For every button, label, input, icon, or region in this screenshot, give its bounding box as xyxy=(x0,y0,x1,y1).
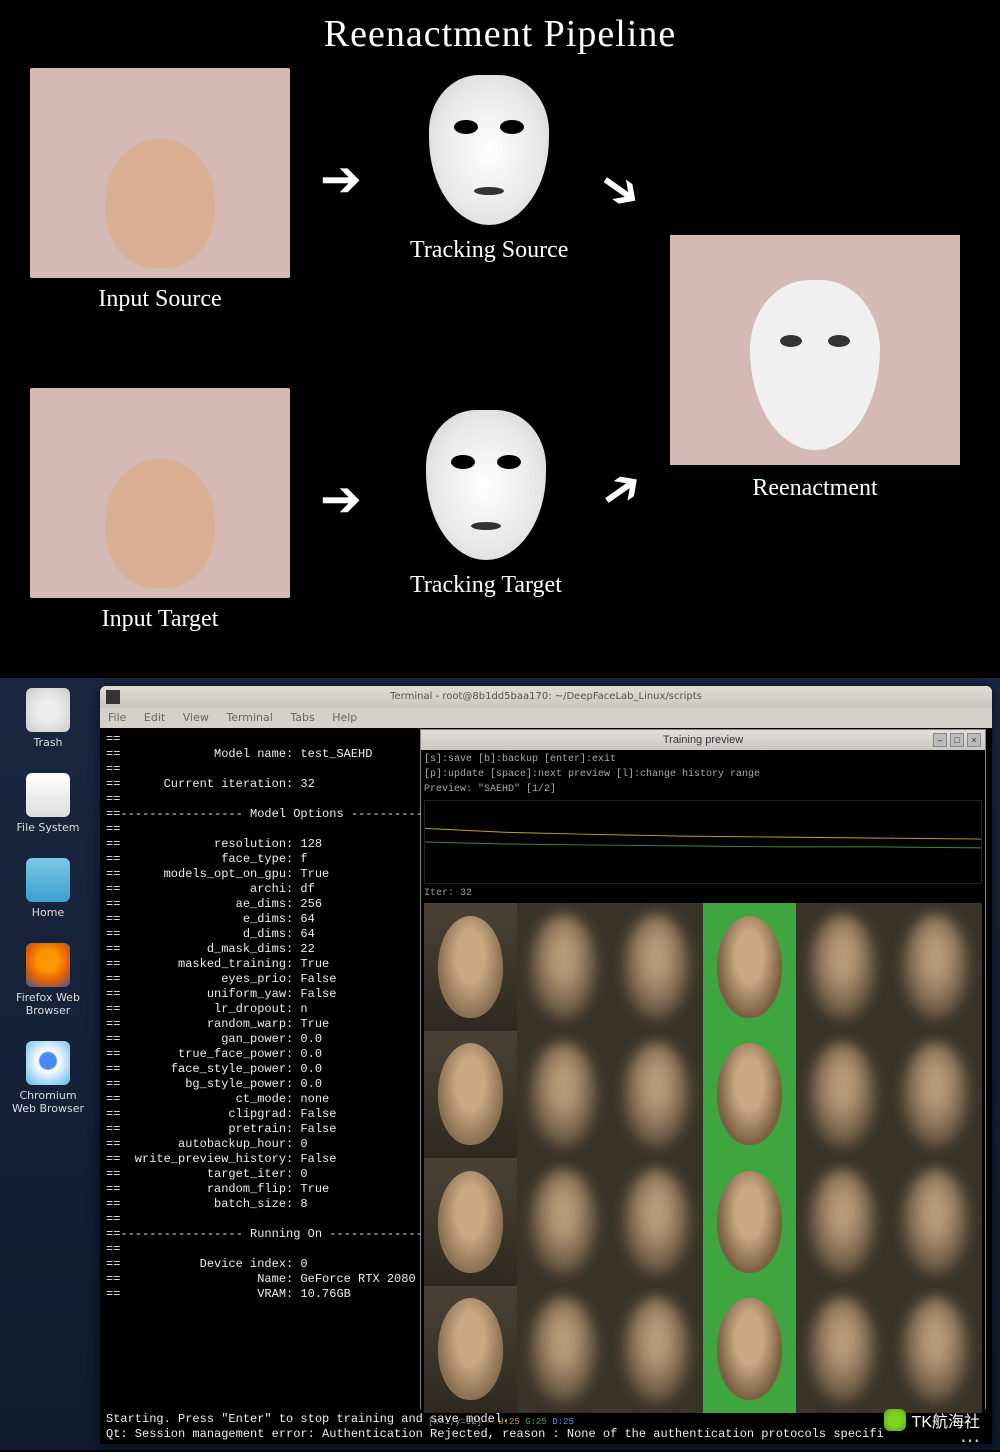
desktop-chromium-icon[interactable]: Chromium Web Browser xyxy=(8,1041,88,1115)
terminal-footer: Starting. Press "Enter" to stop training… xyxy=(106,1412,986,1442)
face-cell xyxy=(424,1286,517,1414)
face-cell xyxy=(517,903,610,1031)
input-source-label: Input Source xyxy=(30,286,290,313)
input-source-photo xyxy=(30,68,290,278)
desktop-home-icon[interactable]: Home xyxy=(8,858,88,919)
face-cell xyxy=(517,1286,610,1414)
input-source-node: Input Source xyxy=(30,68,290,313)
input-target-photo xyxy=(30,388,290,598)
preview-hint-2: [p]:update [space]:next preview [l]:chan… xyxy=(424,768,982,781)
desktop-filesystem-icon[interactable]: File System xyxy=(8,773,88,834)
face-cell xyxy=(796,1031,889,1159)
face-cell xyxy=(796,1158,889,1286)
arrow-source-to-mask-icon: ➔ xyxy=(320,150,362,208)
tracking-source-label: Tracking Source xyxy=(410,237,568,264)
face-cell xyxy=(610,903,703,1031)
icon-label: Home xyxy=(8,906,88,919)
menu-tabs[interactable]: Tabs xyxy=(290,711,314,724)
icon-label: Chromium Web Browser xyxy=(8,1089,88,1115)
reenactment-photo xyxy=(670,235,960,465)
ellipsis-icon: ⋯ xyxy=(960,1428,982,1452)
face-cell xyxy=(703,1031,796,1159)
face-cell xyxy=(889,903,982,1031)
wechat-icon xyxy=(884,1409,906,1431)
preview-close-button[interactable]: × xyxy=(967,733,981,747)
pipeline-title: Reenactment Pipeline xyxy=(0,0,1000,56)
arrow-target-to-result-icon: ➔ xyxy=(587,453,655,525)
face-cell xyxy=(610,1031,703,1159)
face-cell xyxy=(889,1158,982,1286)
terminal-title-text: Terminal - root@8b1dd5baa170: ~/DeepFace… xyxy=(390,691,702,702)
face-cell xyxy=(796,903,889,1031)
arrow-target-to-mask-icon: ➔ xyxy=(320,470,362,528)
preview-minimize-button[interactable]: – xyxy=(933,733,947,747)
tracking-source-node: Tracking Source xyxy=(410,75,568,264)
reenactment-label: Reenactment xyxy=(670,475,960,502)
linux-desktop: Trash File System Home Firefox Web Brows… xyxy=(0,678,1000,1450)
face-cell xyxy=(703,1286,796,1414)
menu-view[interactable]: View xyxy=(183,711,209,724)
input-target-node: Input Target xyxy=(30,388,290,633)
terminal-body[interactable]: ==== Model name: test_SAEHD==== Current … xyxy=(100,728,992,1444)
face-cell xyxy=(703,903,796,1031)
preview-name: Preview: "SAEHD" [1/2] xyxy=(424,783,982,796)
face-cell xyxy=(424,903,517,1031)
face-cell xyxy=(796,1286,889,1414)
menu-help[interactable]: Help xyxy=(332,711,357,724)
tracking-target-mask xyxy=(426,410,546,560)
desktop-trash-icon[interactable]: Trash xyxy=(8,688,88,749)
tracking-target-label: Tracking Target xyxy=(410,572,562,599)
face-cell xyxy=(424,1158,517,1286)
face-cell xyxy=(610,1286,703,1414)
menu-terminal[interactable]: Terminal xyxy=(226,711,273,724)
preview-iter: Iter: 32 xyxy=(424,886,982,901)
face-cell xyxy=(424,1031,517,1159)
face-cell xyxy=(610,1158,703,1286)
desktop-icon-panel: Trash File System Home Firefox Web Brows… xyxy=(8,688,88,1139)
loss-graph xyxy=(424,800,982,884)
tracking-source-mask xyxy=(429,75,549,225)
icon-label: File System xyxy=(8,821,88,834)
icon-label: Trash xyxy=(8,736,88,749)
face-cell xyxy=(517,1031,610,1159)
pipeline-diagram: Reenactment Pipeline Input Source Input … xyxy=(0,0,1000,678)
face-cell xyxy=(517,1158,610,1286)
reenactment-node: Reenactment xyxy=(670,235,960,502)
desktop-firefox-icon[interactable]: Firefox Web Browser xyxy=(8,943,88,1017)
terminal-titlebar[interactable]: Terminal - root@8b1dd5baa170: ~/DeepFace… xyxy=(100,686,992,708)
preview-titlebar[interactable]: Training preview – □ × xyxy=(421,730,985,750)
input-target-label: Input Target xyxy=(30,606,290,633)
terminal-footer-line-2: Qt: Session management error: Authentica… xyxy=(106,1427,986,1442)
menu-file[interactable]: File xyxy=(108,711,126,724)
face-preview-grid xyxy=(424,903,982,1413)
face-cell xyxy=(889,1286,982,1414)
face-cell xyxy=(703,1158,796,1286)
terminal-menubar[interactable]: File Edit View Terminal Tabs Help xyxy=(100,708,992,728)
terminal-window[interactable]: Terminal - root@8b1dd5baa170: ~/DeepFace… xyxy=(100,686,992,1444)
terminal-footer-line-1: Starting. Press "Enter" to stop training… xyxy=(106,1412,986,1427)
menu-edit[interactable]: Edit xyxy=(144,711,165,724)
tracking-target-node: Tracking Target xyxy=(410,410,562,599)
terminal-app-icon xyxy=(106,690,120,704)
training-preview-window[interactable]: Training preview – □ × [s]:save [b]:back… xyxy=(420,729,986,1409)
preview-title-text: Training preview xyxy=(663,734,743,746)
arrow-source-to-result-icon: ➔ xyxy=(587,153,655,225)
preview-maximize-button[interactable]: □ xyxy=(950,733,964,747)
preview-body: [s]:save [b]:backup [enter]:exit [p]:upd… xyxy=(421,750,985,1410)
preview-hint-1: [s]:save [b]:backup [enter]:exit xyxy=(424,753,982,766)
face-cell xyxy=(889,1031,982,1159)
icon-label: Firefox Web Browser xyxy=(8,991,88,1017)
